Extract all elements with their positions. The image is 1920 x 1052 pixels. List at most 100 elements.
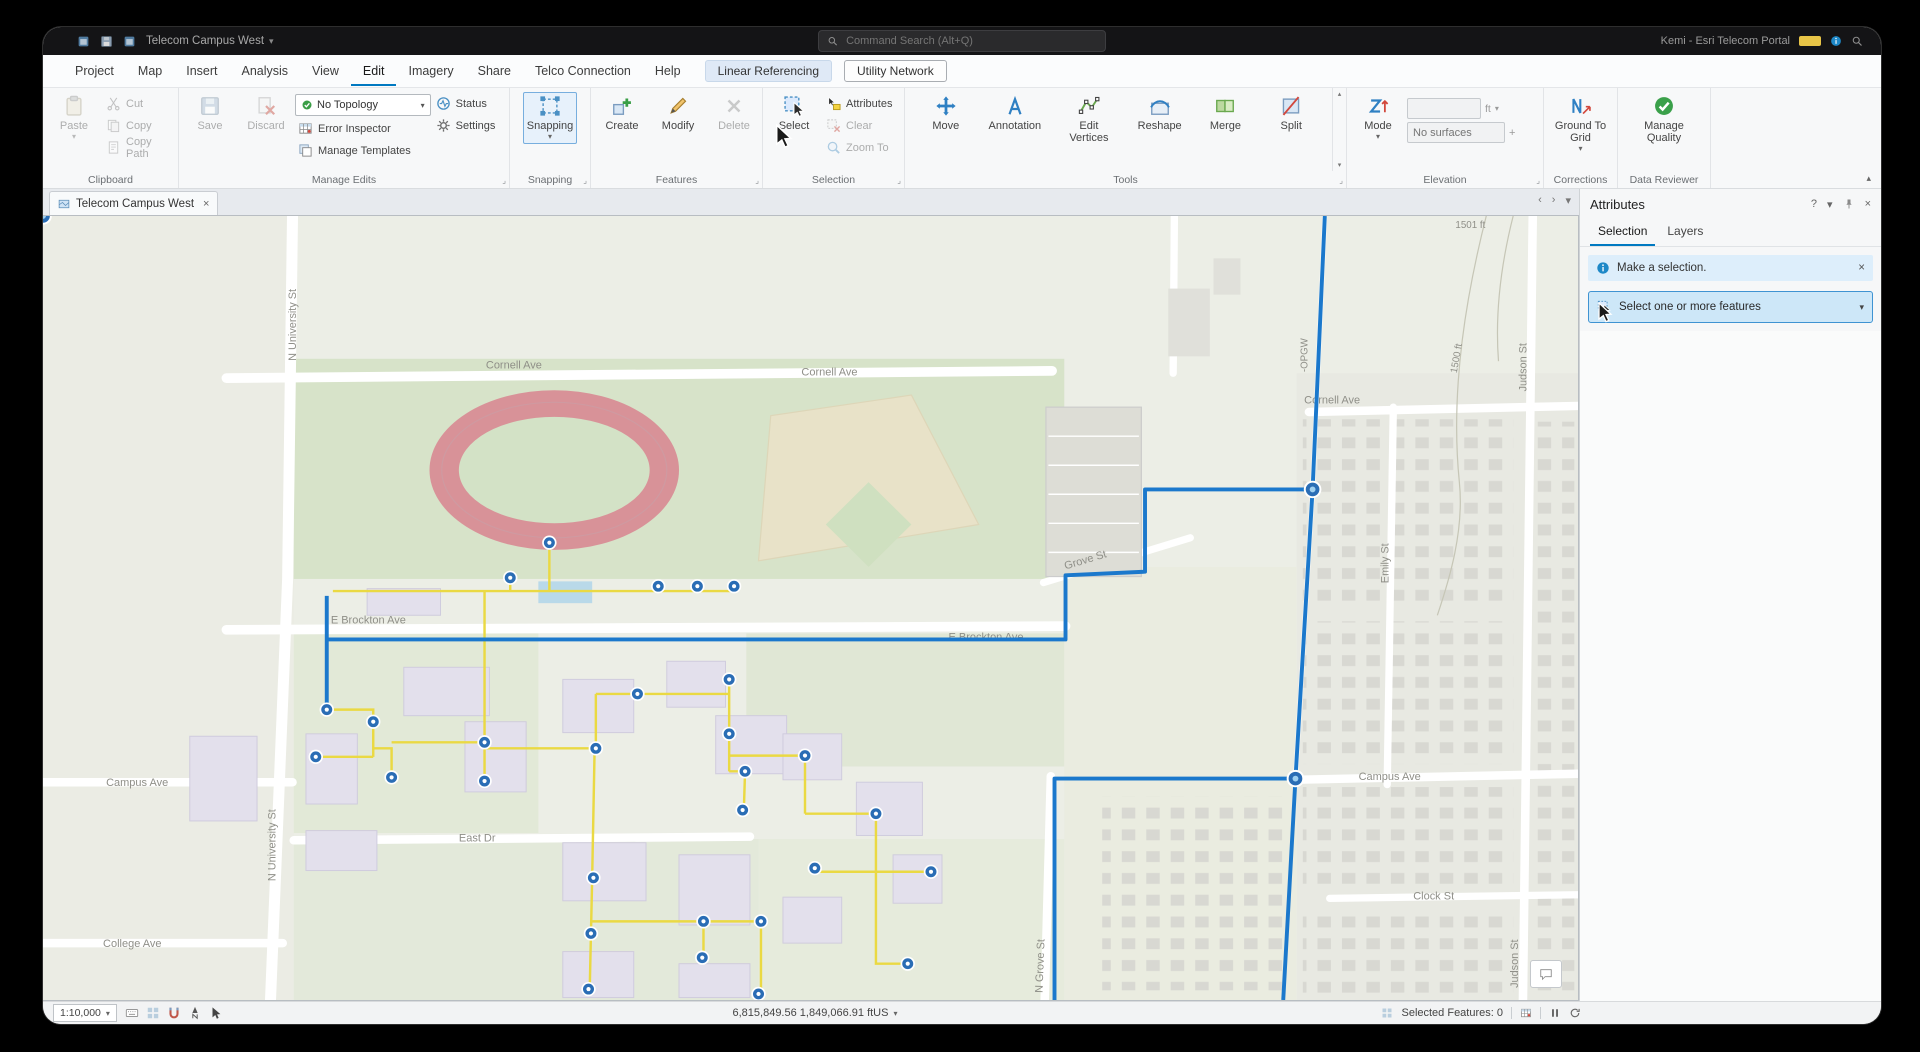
snapping-toggle-icon[interactable] [167,1006,181,1020]
copy-button[interactable]: Copy [103,116,174,135]
device-marker[interactable] [753,914,769,929]
split-button[interactable]: Split [1264,92,1318,135]
device-marker[interactable] [695,950,710,965]
tab-scroll-right-icon[interactable]: › [1552,194,1556,207]
reshape-button[interactable]: Reshape [1133,92,1187,135]
device-marker[interactable] [366,714,381,729]
north-arrow-icon[interactable] [188,1006,202,1020]
elevation-surface-input[interactable] [1407,122,1505,143]
device-marker[interactable] [726,579,742,594]
map-view[interactable]: Cornell Ave Cornell Ave Cornell Ave E Br… [43,215,1579,1001]
menu-tab-share[interactable]: Share [466,57,523,86]
attributes-tab-layers[interactable]: Layers [1659,219,1711,246]
attributes-tab-selection[interactable]: Selection [1590,219,1656,246]
notifications-icon[interactable] [1830,35,1842,47]
manage-templates-button[interactable]: Manage Templates [295,141,431,160]
edit-status-button[interactable]: Status [433,94,505,113]
device-marker[interactable] [583,926,599,941]
device-marker[interactable] [308,749,323,764]
device-marker[interactable] [721,672,737,687]
device-marker[interactable] [319,702,334,717]
pause-drawing-icon[interactable] [1549,1007,1561,1019]
device-marker[interactable] [923,864,939,879]
tools-scroll-down-icon[interactable]: ▾ [1338,161,1342,169]
tools-scroll-up-icon[interactable]: ▴ [1338,90,1342,98]
device-marker[interactable] [797,748,813,763]
pane-pin-icon[interactable] [1843,198,1855,210]
pointer-tool-icon[interactable] [209,1006,223,1020]
menu-tab-insert[interactable]: Insert [174,57,229,86]
edit-vertices-button[interactable]: Edit Vertices [1057,92,1121,147]
device-marker[interactable] [384,770,399,785]
elevation-mode-button[interactable]: Mode ▾ [1351,92,1405,144]
pane-close-icon[interactable]: × [1865,198,1871,210]
device-marker[interactable] [477,735,492,750]
device-marker[interactable] [721,726,737,741]
map-tab-close-icon[interactable]: × [203,198,209,210]
map-comment-button[interactable] [1530,960,1562,988]
copy-path-button[interactable]: Copy Path [103,136,174,160]
selection-dialog-launcher[interactable]: ⌟ [897,176,901,185]
device-marker[interactable] [588,741,604,756]
menu-tab-imagery[interactable]: Imagery [396,57,465,86]
menu-tab-telco-connection[interactable]: Telco Connection [523,57,643,86]
tools-dialog-launcher[interactable]: ⌟ [1339,176,1343,185]
pane-menu-caret-icon[interactable]: ▾ [1827,198,1833,211]
save-edits-button[interactable]: Save [183,92,237,135]
error-inspector-button[interactable]: Error Inspector [295,119,431,138]
contextual-tab-linear-referencing[interactable]: Linear Referencing [704,60,833,82]
elevation-add-surface-icon[interactable]: + [1509,127,1515,139]
edit-settings-button[interactable]: Settings [433,116,505,135]
undo-icon[interactable] [123,35,136,48]
ground-to-grid-button[interactable]: Ground To Grid ▾ [1548,92,1613,156]
save-project-icon[interactable] [100,35,113,48]
device-marker[interactable] [651,579,666,594]
clear-button[interactable]: Clear [823,116,895,135]
menu-tab-view[interactable]: View [300,57,351,86]
features-dialog-launcher[interactable]: ⌟ [755,176,759,185]
project-title[interactable]: Telecom Campus West ▾ [146,35,274,47]
map-view-tab[interactable]: Telecom Campus West × [49,191,219,215]
command-search[interactable] [818,30,1106,52]
menu-tab-analysis[interactable]: Analysis [230,57,301,86]
annotation-button[interactable]: Annotation [985,92,1046,135]
device-marker[interactable] [542,535,557,550]
select-button[interactable]: Select [767,92,821,135]
device-marker[interactable] [477,773,492,789]
help-icon[interactable] [1851,35,1863,47]
topology-combo[interactable]: No Topology ▾ [295,94,431,116]
manage-edits-dialog-launcher[interactable]: ⌟ [502,176,506,185]
junction-marker[interactable] [1286,769,1305,788]
device-marker[interactable] [690,579,705,594]
delete-button[interactable]: Delete [707,92,761,135]
device-marker[interactable] [696,914,711,929]
snapping-dialog-launcher[interactable]: ⌟ [583,176,587,185]
device-marker[interactable] [900,956,915,971]
device-marker[interactable] [807,860,822,876]
zoom-to-button[interactable]: Zoom To [823,138,895,157]
collapse-ribbon-icon[interactable]: ▴ [1866,173,1871,184]
elevation-value-input[interactable] [1407,98,1481,119]
device-marker[interactable] [868,806,884,821]
refresh-map-icon[interactable] [1569,1007,1581,1019]
paste-button[interactable]: Paste ▾ [47,92,101,144]
device-marker[interactable] [581,981,596,997]
coordinate-readout[interactable]: 6,815,849.56 1,849,066.91 ftUS ▾ [655,1007,975,1019]
manage-quality-button[interactable]: Manage Quality [1632,92,1696,147]
menu-tab-project[interactable]: Project [63,57,126,86]
device-marker[interactable] [751,986,766,1000]
device-marker[interactable] [503,570,518,585]
tools-scrollbar[interactable]: ▴ ▾ [1332,88,1346,171]
map-scale-combo[interactable]: 1:10,000 ▾ [53,1004,117,1022]
pane-help-icon[interactable]: ? [1811,198,1817,210]
feature-table-icon[interactable] [1520,1007,1532,1019]
command-search-input[interactable] [844,34,1097,48]
device-marker[interactable] [737,764,753,779]
menu-tab-edit[interactable]: Edit [350,57,397,86]
device-marker[interactable] [586,870,601,885]
select-features-dropdown[interactable]: Select one or more features ▾ [1588,291,1873,323]
junction-marker[interactable] [1303,480,1322,499]
contextual-tab-utility-network[interactable]: Utility Network [844,60,947,82]
info-close-icon[interactable]: × [1858,262,1865,274]
create-button[interactable]: Create [595,92,649,135]
